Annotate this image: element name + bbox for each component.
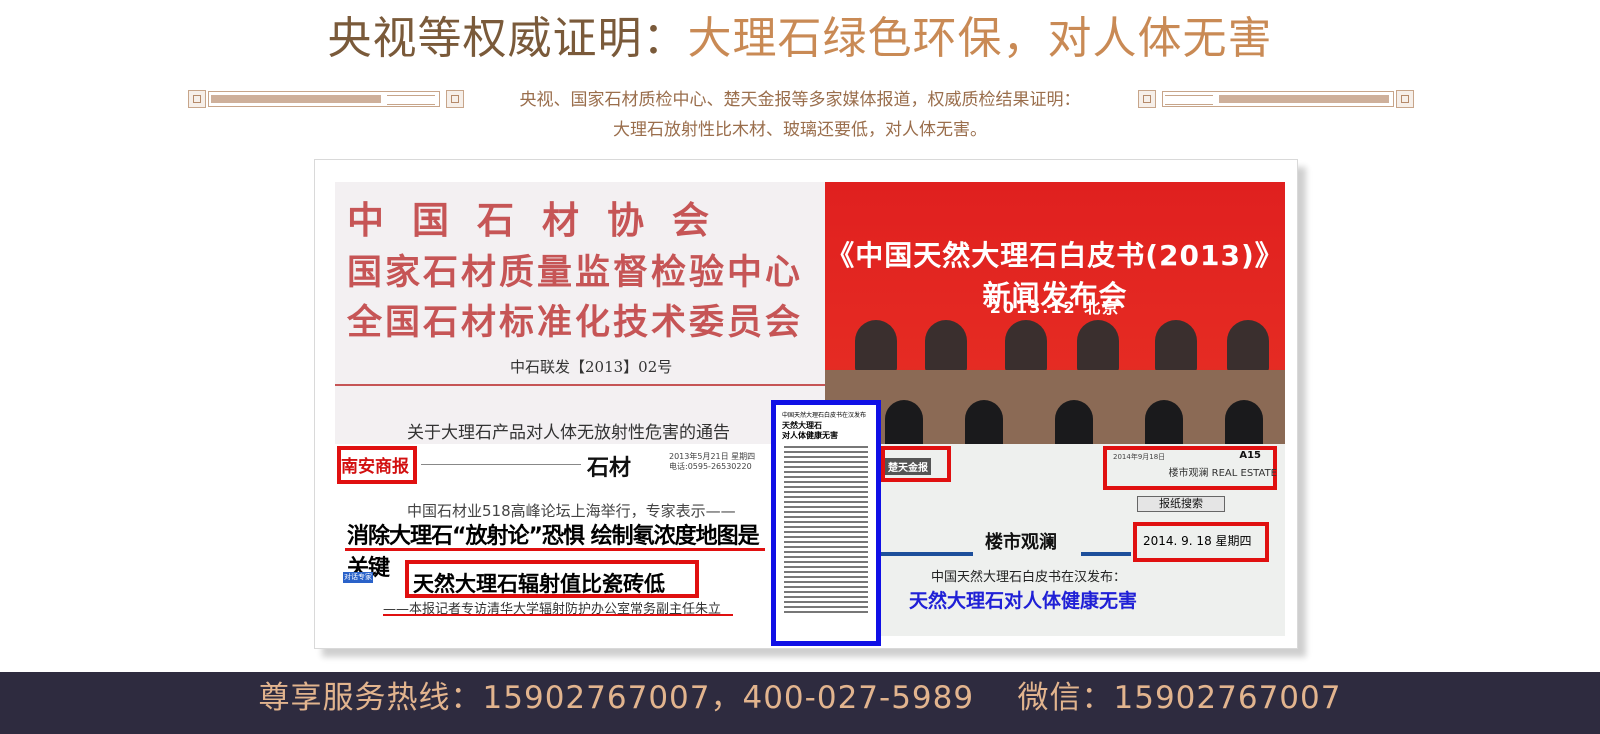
- newspaper-clipping-chutian: 楚天金报 2014年9月18日 A15 楼市观澜 REAL ESTATE 报纸搜…: [881, 444, 1285, 636]
- intro-line-2: 大理石放射性比木材、玻璃还要低，对人体无害。: [613, 120, 987, 140]
- newspaper-clipping-nanan: 南安商报 石材 2013年5月21日 星期四 电话:0595-26530220 …: [335, 444, 771, 636]
- highlight-underline: [383, 614, 733, 616]
- doc-issuer-1: 中国石材协会: [347, 198, 737, 242]
- evidence-collage: 中国石材协会 国家石材质量监督检验中心 全国石材标准化技术委员会 中石联发【20…: [314, 159, 1298, 649]
- audience: [885, 400, 923, 444]
- newspaper-section: 楼市观澜: [985, 532, 1057, 553]
- newspaper-name: 楚天金报: [885, 458, 931, 475]
- panelist: [925, 320, 967, 372]
- doc-notice-title: 关于大理石产品对人体无放射性危害的通告: [407, 423, 730, 443]
- newspaper-column-clipping: 中国天然大理石白皮书在汉发布 天然大理石 对人体健康无害: [771, 400, 881, 646]
- intro-line-1: 央视、国家石材质检中心、楚天金报等多家媒体报道，权威质检结果证明：: [519, 90, 1081, 110]
- newspaper-date: 2014. 9. 18 星期四: [1143, 534, 1252, 548]
- press-conference-photo: 《中国天然大理石白皮书(2013)》新闻发布会 2013.12 北京: [825, 182, 1285, 444]
- newspaper-search-button: 报纸搜索: [1137, 496, 1225, 512]
- panelist: [1005, 320, 1047, 372]
- doc-number: 中石联发【2013】02号: [510, 358, 673, 376]
- newspaper-issue: 2014年9月18日: [1113, 453, 1166, 461]
- article-kicker: 中国天然大理石白皮书在汉发布：: [931, 570, 1127, 585]
- audience: [1145, 400, 1183, 444]
- column-title-1: 天然大理石: [782, 421, 822, 430]
- doc-issuer-2: 国家石材质量监督检验中心: [347, 252, 804, 293]
- newspaper-phone: 电话:0595-26530220: [669, 462, 752, 471]
- article-headline-radiation: 天然大理石辐射值比瓷砖低: [413, 572, 665, 596]
- article-headline: 天然大理石对人体健康无害: [909, 590, 1138, 612]
- panelist: [1155, 320, 1197, 372]
- doc-issuer-3: 全国石材标准化技术委员会: [347, 302, 804, 343]
- doc-red-rule: [335, 384, 825, 386]
- newspaper-name: 南安商报: [341, 457, 409, 477]
- column-title-2: 对人体健康无害: [782, 431, 838, 440]
- panelist: [855, 320, 897, 372]
- newspaper-section: 石材: [587, 455, 632, 481]
- audience: [1225, 400, 1263, 444]
- article-tag: 对话专家: [343, 572, 373, 583]
- newspaper-issue: 2013年5月21日 星期四: [669, 452, 756, 461]
- panelist: [1077, 320, 1119, 372]
- column-kicker: 中国天然大理石白皮书在汉发布: [782, 412, 867, 419]
- highlight-underline: [345, 548, 765, 551]
- hotline-footer: 尊享服务热线：15902767007，400-027-5989 微信：15902…: [0, 672, 1600, 734]
- official-document-scan: 中国石材协会 国家石材质量监督检验中心 全国石材标准化技术委员会 中石联发【20…: [335, 182, 825, 444]
- panelist: [1227, 320, 1269, 372]
- title-part-claim: 大理石绿色环保，对人体无害: [687, 13, 1273, 64]
- title-part-authority: 央视等权威证明：: [327, 13, 688, 64]
- page-title: 央视等权威证明：大理石绿色环保，对人体无害: [0, 10, 1600, 68]
- hotline-text: 尊享服务热线：15902767007，400-027-5989 微信：15902…: [258, 680, 1342, 716]
- audience: [965, 400, 1003, 444]
- real-estate-label: 楼市观澜 REAL ESTATE: [1168, 468, 1277, 479]
- conference-date: 2013.12 北京: [989, 298, 1121, 317]
- audience: [1055, 400, 1093, 444]
- newspaper-page: A15: [1239, 450, 1261, 461]
